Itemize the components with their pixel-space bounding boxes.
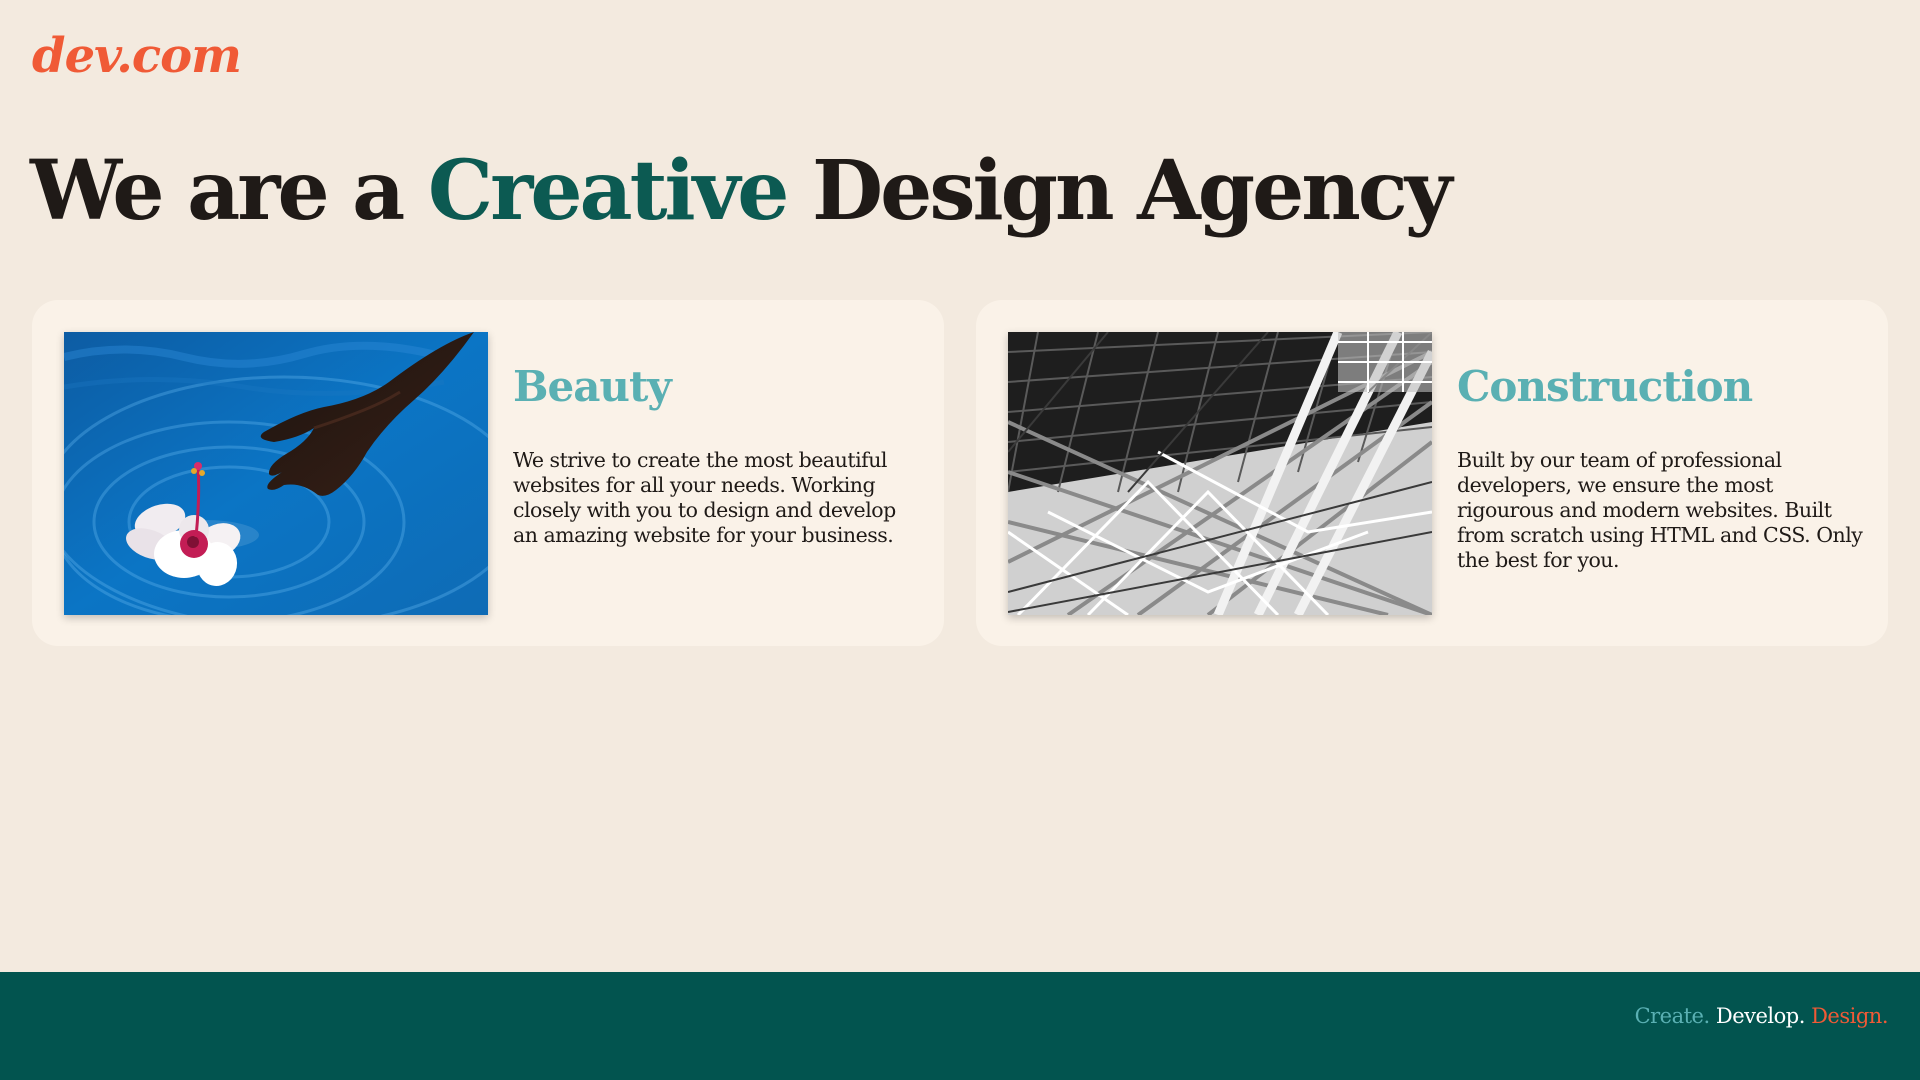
footer-tagline: Create. Develop. Design. — [1634, 1004, 1889, 1028]
site-logo[interactable]: dev.com — [32, 28, 242, 84]
card-title-construction: Construction — [1457, 362, 1753, 411]
card-description-beauty: We strive to create the most beautiful w… — [513, 448, 896, 547]
card-description-construction: Built by our team of professional develo… — [1457, 448, 1863, 572]
tagline-create: Create. — [1634, 1004, 1711, 1028]
title-suffix: Design Agency — [786, 143, 1452, 239]
page-title: We are a Creative Design Agency — [30, 143, 1452, 239]
title-accent: Creative — [427, 143, 790, 239]
hand-flower-water-image — [64, 332, 488, 615]
card-title-beauty: Beauty — [513, 362, 672, 411]
site-footer: Create. Develop. Design. — [0, 972, 1920, 1080]
service-card-construction: Construction Built by our team of profes… — [976, 300, 1888, 646]
tagline-design: Design. — [1811, 1004, 1888, 1028]
steel-structure-image — [1008, 332, 1432, 615]
tagline-develop: Develop. — [1715, 1004, 1806, 1028]
title-prefix: We are a — [30, 143, 428, 239]
service-card-beauty: Beauty We strive to create the most beau… — [32, 300, 944, 646]
